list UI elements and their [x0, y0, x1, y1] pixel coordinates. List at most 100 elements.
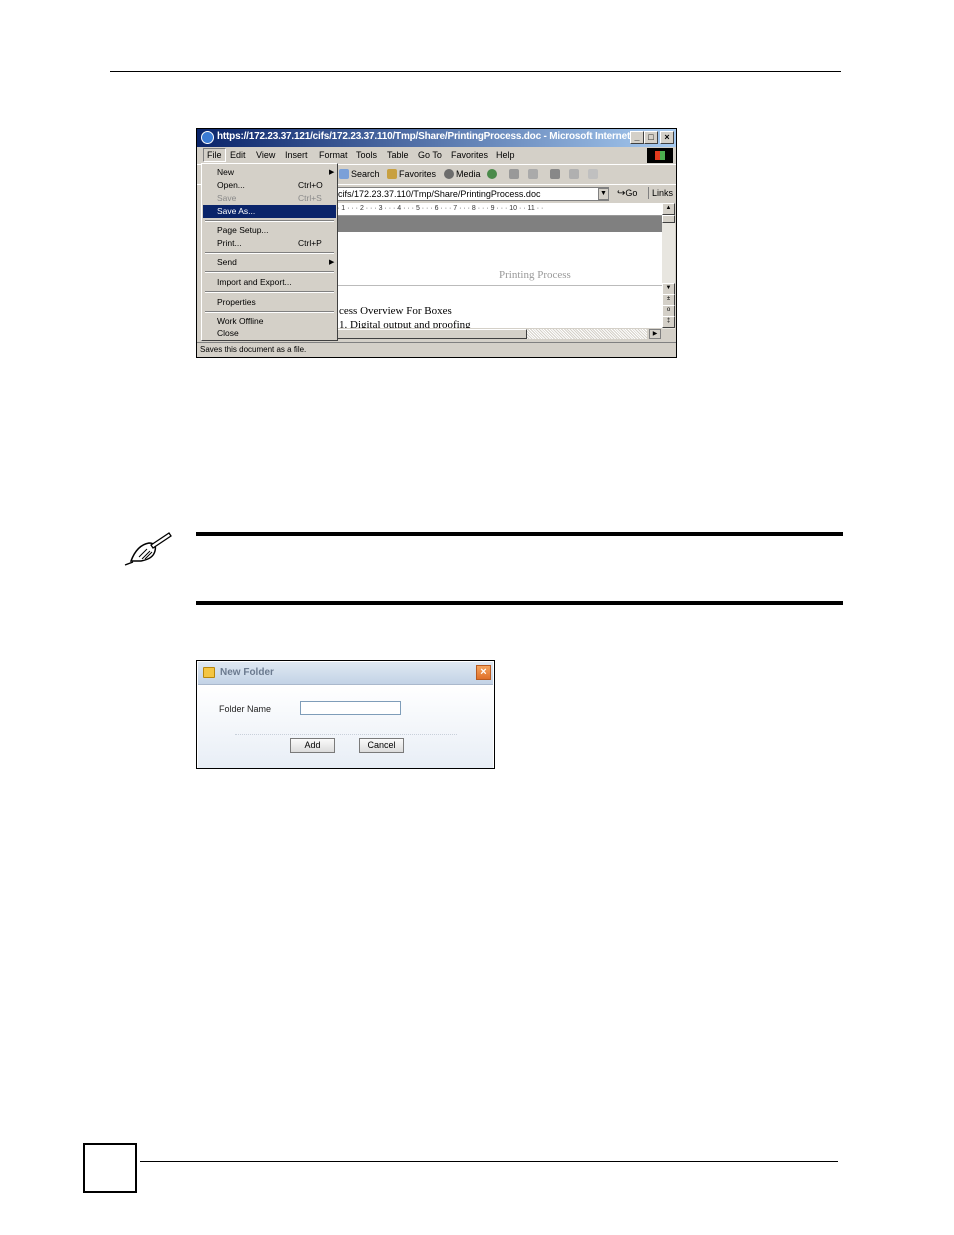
favorites-label: Favorites [399, 169, 437, 179]
print-icon [550, 169, 560, 179]
menu-item-print[interactable]: Print... Ctrl+P [203, 237, 336, 250]
submenu-arrow-icon: ▶ [329, 259, 335, 266]
horizontal-scrollbar[interactable]: ▶ [337, 328, 662, 341]
chevron-down-icon[interactable]: ▼ [598, 188, 609, 200]
favorites-button[interactable]: Favorites [387, 169, 436, 179]
edit-button[interactable] [528, 169, 540, 179]
search-label: Search [351, 169, 380, 179]
menu-tools[interactable]: Tools [356, 150, 377, 160]
history-icon [487, 169, 497, 179]
menu-item-page-setup[interactable]: Page Setup... [203, 224, 336, 237]
menu-item-send[interactable]: Send ▶ [203, 256, 336, 269]
menu-help[interactable]: Help [496, 150, 515, 160]
ie-menubar: File Edit View Insert Format Tools Table… [197, 147, 676, 164]
media-button[interactable]: Media [444, 169, 481, 179]
media-icon [444, 169, 454, 179]
menu-item-label: New [217, 167, 235, 177]
document-gray-margin [337, 216, 662, 232]
ie-window-title: https://172.23.37.121/cifs/172.23.37.110… [217, 131, 647, 142]
menu-table[interactable]: Table [387, 150, 409, 160]
links-button[interactable]: Links [648, 187, 676, 199]
menu-item-label: Open... [217, 180, 245, 190]
messenger-icon [588, 169, 598, 179]
scroll-right-icon[interactable]: ▶ [649, 329, 661, 339]
favorites-icon [387, 169, 397, 179]
menu-insert[interactable]: Insert [285, 150, 308, 160]
menu-favorites[interactable]: Favorites [451, 150, 488, 160]
footer-rule [140, 1161, 838, 1162]
search-button[interactable]: Search [339, 169, 380, 179]
scroll-up-icon[interactable]: ▲ [662, 203, 675, 215]
menu-separator [205, 271, 334, 273]
mail-icon [509, 169, 519, 179]
menu-item-label: Print... [217, 238, 242, 248]
menu-item-save[interactable]: Save Ctrl+S [203, 192, 336, 205]
ie-title-bar: https://172.23.37.121/cifs/172.23.37.110… [197, 129, 676, 147]
header-rule [110, 71, 841, 72]
dialog-title: New Folder [220, 667, 274, 678]
document-header-text: Printing Process [499, 269, 571, 281]
menu-view[interactable]: View [256, 150, 275, 160]
menu-item-label: Save [217, 193, 237, 203]
folder-name-input[interactable] [300, 701, 401, 715]
menu-item-label: Properties [217, 297, 256, 307]
note-bar-top [196, 532, 843, 536]
menu-separator [205, 220, 334, 222]
dialog-divider [235, 734, 457, 735]
discuss-button[interactable] [569, 169, 581, 179]
folder-name-label: Folder Name [219, 704, 272, 714]
ie-window-screenshot: https://172.23.37.121/cifs/172.23.37.110… [196, 128, 677, 358]
menu-item-properties[interactable]: Properties [203, 296, 336, 309]
menu-item-new[interactable]: New ▶ [203, 166, 336, 179]
new-folder-icon [203, 667, 215, 678]
close-icon[interactable]: × [476, 665, 491, 680]
menu-item-close[interactable]: Close [203, 327, 336, 340]
note-pen-icon [124, 532, 172, 566]
next-page-icon[interactable]: ‡ [662, 316, 675, 328]
menu-item-label: Send [217, 257, 237, 267]
vertical-scrollbar[interactable]: ▲ ▼ ± o ‡ [662, 203, 675, 329]
menu-item-open[interactable]: Open... Ctrl+O [203, 179, 336, 192]
note-bar-bottom [196, 601, 843, 605]
menu-item-label: Page Setup... [217, 225, 269, 235]
print-button[interactable] [550, 169, 562, 179]
search-icon [339, 169, 349, 179]
menu-separator [205, 311, 334, 313]
history-button[interactable] [487, 169, 499, 179]
go-button[interactable]: ↪Go [617, 188, 637, 199]
menu-item-label: Import and Export... [217, 277, 292, 287]
messenger-button[interactable] [588, 169, 600, 179]
horizontal-scroll-track[interactable] [527, 329, 647, 339]
menu-edit[interactable]: Edit [230, 150, 246, 160]
discuss-icon [569, 169, 579, 179]
ruler: · 1 · · · 2 · · · 3 · · · 4 · · · 5 · · … [337, 203, 662, 216]
internet-explorer-icon [201, 131, 214, 144]
scroll-thumb[interactable] [662, 215, 675, 223]
windows-logo-icon [647, 148, 673, 163]
menu-go-to[interactable]: Go To [418, 150, 442, 160]
menu-item-shortcut: Ctrl+S [298, 193, 322, 203]
menu-file[interactable]: File [203, 148, 226, 162]
minimize-button[interactable]: _ [630, 131, 644, 144]
page-number-box [83, 1143, 137, 1193]
add-button[interactable]: Add [290, 738, 335, 753]
menu-item-shortcut: Ctrl+O [298, 180, 323, 190]
submenu-arrow-icon: ▶ [329, 169, 335, 176]
new-folder-dialog: New Folder × Folder Name Add Cancel [196, 660, 495, 769]
document-text-line: cess Overview For Boxes [339, 305, 452, 317]
menu-item-save-as[interactable]: Save As... [203, 205, 336, 218]
dialog-title-bar: New Folder × [198, 662, 493, 685]
maximize-button[interactable]: □ [644, 131, 658, 144]
menu-item-import-export[interactable]: Import and Export... [203, 276, 336, 289]
menu-item-shortcut: Ctrl+P [298, 238, 322, 248]
address-input[interactable]: cifs/172.23.37.110/Tmp/Share/PrintingPro… [335, 187, 609, 201]
horizontal-scroll-thumb[interactable] [337, 329, 527, 339]
close-button[interactable]: × [660, 131, 674, 144]
cancel-button[interactable]: Cancel [359, 738, 404, 753]
edit-icon [528, 169, 538, 179]
mail-button[interactable] [509, 169, 521, 179]
menu-format[interactable]: Format [319, 150, 348, 160]
go-label: Go [625, 188, 638, 198]
media-label: Media [456, 169, 481, 179]
menu-item-label: Close [217, 328, 239, 338]
